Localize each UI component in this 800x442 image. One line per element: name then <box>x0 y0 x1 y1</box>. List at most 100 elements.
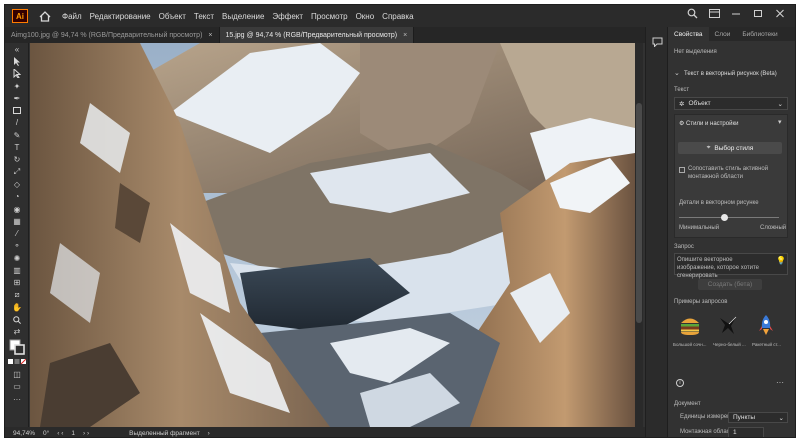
units-select[interactable]: Пункты ⌄ <box>728 412 788 423</box>
artboard-nav-prev[interactable]: ‹ ‹ <box>57 430 63 437</box>
menu-bar: Ai Файл Редактирование Объект Текст Выде… <box>5 5 795 27</box>
canvas-area[interactable] <box>30 43 635 427</box>
text-label: Текст <box>674 87 690 93</box>
example-caption: Большой сочн... <box>673 342 707 347</box>
graph-tool-icon[interactable]: ▥ <box>5 264 29 276</box>
artboard-number[interactable]: 1 <box>71 430 75 437</box>
drawing-modes-icon[interactable]: ◫ <box>5 368 29 380</box>
tab-label: Aimg100.jpg @ 94,74 % (RGB/Предварительн… <box>11 31 203 39</box>
tab-layers[interactable]: Слои <box>709 27 737 41</box>
eraser-tool-icon[interactable]: ◇ <box>5 178 29 190</box>
warp-tool-icon[interactable]: ◔ <box>5 191 29 203</box>
gradient-tool-icon[interactable]: ▦ <box>5 215 29 227</box>
object-select[interactable]: ✲ Объект ⌄ <box>674 97 788 110</box>
vertical-scrollbar[interactable] <box>635 43 643 427</box>
zoom-tool-icon[interactable] <box>5 314 29 326</box>
lightbulb-icon[interactable]: 💡 <box>776 256 786 265</box>
close-tab-icon[interactable]: × <box>208 32 212 39</box>
minimize-icon[interactable] <box>725 9 747 21</box>
scrollbar-thumb[interactable] <box>636 103 642 323</box>
styles-title[interactable]: ⚙ Стили и настройки <box>679 120 738 127</box>
chevron-down-icon[interactable]: ▾ <box>778 118 782 126</box>
zoom-level[interactable]: 94,74% <box>13 430 35 437</box>
swap-colors-icon[interactable]: ⇄ <box>5 326 29 338</box>
chevron-down-icon: ⌄ <box>777 100 783 108</box>
window-controls <box>681 8 791 22</box>
tab-15[interactable]: 15.jpg @ 94,74 % (RGB/Предварительный пр… <box>219 27 415 43</box>
document-tabs: Aimg100.jpg @ 94,74 % (RGB/Предварительн… <box>5 27 645 43</box>
examples-label: Примеры запросов <box>674 299 728 305</box>
tab-aimg100[interactable]: Aimg100.jpg @ 94,74 % (RGB/Предварительн… <box>5 27 220 43</box>
example-rocket-thumb[interactable] <box>752 311 780 339</box>
slice-tool-icon[interactable]: ⧄ <box>5 289 29 301</box>
comments-icon[interactable] <box>646 33 668 51</box>
menu-file[interactable]: Файл <box>62 12 82 21</box>
fill-stroke-swatch[interactable] <box>5 338 29 356</box>
screen-mode-icon[interactable]: ▭ <box>5 381 29 393</box>
example-burger-thumb[interactable] <box>676 311 704 339</box>
type-tool-icon[interactable]: T <box>5 141 29 153</box>
search-icon[interactable] <box>681 8 703 22</box>
menu-window[interactable]: Окно <box>356 12 375 21</box>
maximize-icon[interactable] <box>747 9 769 21</box>
menu-object[interactable]: Объект <box>159 12 186 21</box>
generate-button[interactable]: Создать (бета) <box>698 279 762 290</box>
prompt-label: Запрос <box>674 244 694 250</box>
home-icon[interactable] <box>38 9 52 23</box>
chevron-down-icon[interactable]: ⌄ <box>674 69 680 77</box>
section-title[interactable]: Текст в векторный рисунок (Beta) <box>684 71 777 77</box>
eyedropper-tool-icon[interactable]: ⁄ <box>5 227 29 239</box>
toolbar-collapse-icon[interactable]: « <box>5 43 29 55</box>
rotation-angle[interactable]: 0° <box>43 430 49 437</box>
arrange-windows-icon[interactable] <box>703 9 725 21</box>
direct-selection-tool-icon[interactable] <box>5 68 29 80</box>
rectangle-tool-icon[interactable] <box>5 104 29 116</box>
menu-effect[interactable]: Эффект <box>272 12 303 21</box>
more-options-icon[interactable]: ··· <box>776 378 784 387</box>
object-select-value: Объект <box>688 100 711 107</box>
paintbrush-tool-icon[interactable]: / <box>5 117 29 129</box>
symbol-sprayer-tool-icon[interactable]: ✺ <box>5 252 29 264</box>
color-mode-icons[interactable] <box>5 356 29 368</box>
settings-icon: ⚙ <box>679 121 687 127</box>
example-caption: Ракетный ст... <box>752 342 781 347</box>
status-mode: Выделенный фрагмент <box>129 429 200 437</box>
menu-edit[interactable]: Редактирование <box>90 12 151 21</box>
detail-slider-track[interactable] <box>679 217 779 218</box>
artboard-select[interactable]: 1 <box>728 427 764 437</box>
tools-panel: « ✦ ✒ / ✎ T ↻ ⤢ ◇ ◔ ◉ ▦ ⁄ ⚬ ✺ ▥ ⊞ ⧄ ✋ ⇄ … <box>5 43 29 427</box>
menu-view[interactable]: Просмотр <box>311 12 348 21</box>
prompt-placeholder: Опишите векторное изображение, которое х… <box>677 257 760 279</box>
detail-label: Детали в векторном рисунке <box>679 200 759 206</box>
choose-style-button[interactable]: ⌖ Выбор стиля <box>678 142 782 154</box>
info-icon[interactable]: i <box>676 379 684 387</box>
detail-slider-thumb[interactable] <box>720 214 728 221</box>
menu-select[interactable]: Выделение <box>222 12 264 21</box>
menu-type[interactable]: Текст <box>194 12 214 21</box>
shape-builder-tool-icon[interactable]: ◉ <box>5 203 29 215</box>
artboard-nav-next[interactable]: › › <box>83 430 89 437</box>
scale-tool-icon[interactable]: ⤢ <box>5 166 29 178</box>
match-style-checkbox[interactable] <box>679 167 685 173</box>
status-bar: 94,74% 0° ‹ ‹ 1 › › Выделенный фрагмент … <box>5 427 645 437</box>
pencil-tool-icon[interactable]: ✎ <box>5 129 29 141</box>
blend-tool-icon[interactable]: ⚬ <box>5 240 29 252</box>
example-bird-thumb[interactable] <box>714 311 742 339</box>
tab-libraries[interactable]: Библиотеки <box>736 27 783 41</box>
status-arrow-icon[interactable]: › <box>208 430 210 437</box>
selection-tool-icon[interactable] <box>5 55 29 67</box>
tab-label: 15.jpg @ 94,74 % (RGB/Предварительный пр… <box>225 31 398 39</box>
close-icon[interactable] <box>769 9 791 21</box>
hand-tool-icon[interactable]: ✋ <box>5 301 29 313</box>
rotate-tool-icon[interactable]: ↻ <box>5 154 29 166</box>
pen-tool-icon[interactable]: ✒ <box>5 92 29 104</box>
artboard-tool-icon[interactable]: ⊞ <box>5 277 29 289</box>
magic-wand-tool-icon[interactable]: ✦ <box>5 80 29 92</box>
menu-help[interactable]: Справка <box>382 12 413 21</box>
more-tools-icon[interactable]: ··· <box>5 393 29 405</box>
close-tab-icon[interactable]: × <box>403 32 407 39</box>
detail-min-label: Минимальный <box>679 225 720 231</box>
tab-properties[interactable]: Свойства <box>668 27 709 41</box>
style-picker-icon: ⌖ <box>706 144 711 151</box>
properties-panel: Свойства Слои Библиотеки Нет выделения ⌄… <box>667 27 795 437</box>
